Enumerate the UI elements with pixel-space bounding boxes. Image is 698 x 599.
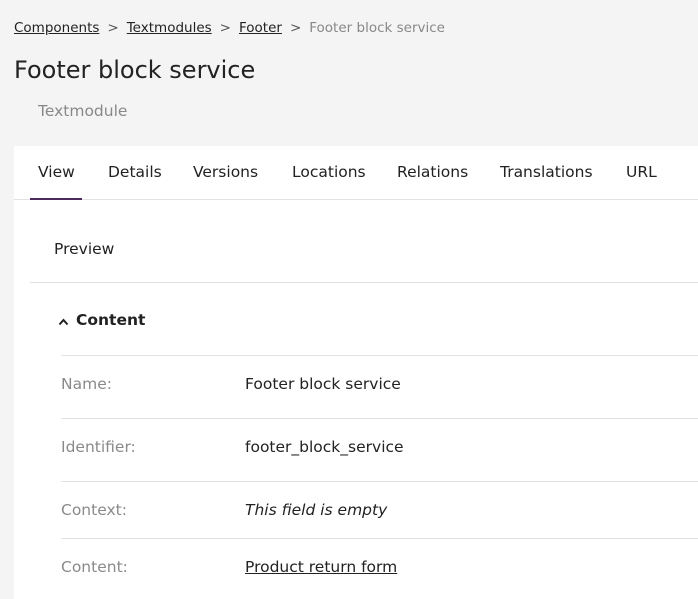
tab-locations[interactable]: Locations: [292, 163, 366, 181]
tab-view[interactable]: View: [38, 163, 75, 181]
chevron-up-icon: [58, 312, 70, 330]
content-section-toggle[interactable]: Content: [58, 311, 145, 330]
breadcrumb-link-textmodules[interactable]: Textmodules: [127, 20, 212, 36]
divider: [61, 418, 698, 419]
tab-details[interactable]: Details: [108, 163, 162, 181]
tab-translations[interactable]: Translations: [500, 163, 593, 181]
page-title: Footer block service: [14, 56, 256, 84]
divider: [61, 538, 698, 539]
field-value-identifier: footer_block_service: [245, 438, 404, 456]
field-label-content: Content:: [61, 558, 128, 576]
breadcrumb-separator: >: [289, 20, 302, 36]
field-value-content-link[interactable]: Product return form: [245, 558, 397, 576]
content-section-title: Content: [76, 311, 146, 329]
field-label-identifier: Identifier:: [61, 438, 136, 456]
field-value-context: This field is empty: [245, 501, 388, 519]
field-label-name: Name:: [61, 375, 112, 393]
content-type-subtitle: Textmodule: [38, 102, 128, 120]
content-panel: View Details Versions Locations Relation…: [14, 146, 698, 599]
breadcrumb-separator: >: [107, 20, 119, 36]
tab-url[interactable]: URL: [626, 163, 657, 181]
divider: [61, 481, 698, 482]
tab-relations[interactable]: Relations: [397, 163, 468, 181]
tab-bar: View Details Versions Locations Relation…: [14, 146, 698, 200]
breadcrumb-separator: >: [219, 20, 231, 36]
breadcrumb-current: Footer block service: [309, 20, 445, 36]
divider: [30, 282, 698, 283]
field-value-name: Footer block service: [245, 375, 401, 393]
divider: [61, 355, 698, 356]
breadcrumb: Components > Textmodules > Footer > Footer blo…: [14, 20, 445, 36]
tab-versions[interactable]: Versions: [193, 163, 258, 181]
field-label-context: Context:: [61, 501, 127, 519]
active-tab-indicator: [30, 198, 82, 200]
preview-heading: Preview: [54, 240, 115, 258]
breadcrumb-link-footer[interactable]: Footer: [239, 20, 282, 36]
breadcrumb-link-components[interactable]: Components: [14, 20, 99, 36]
